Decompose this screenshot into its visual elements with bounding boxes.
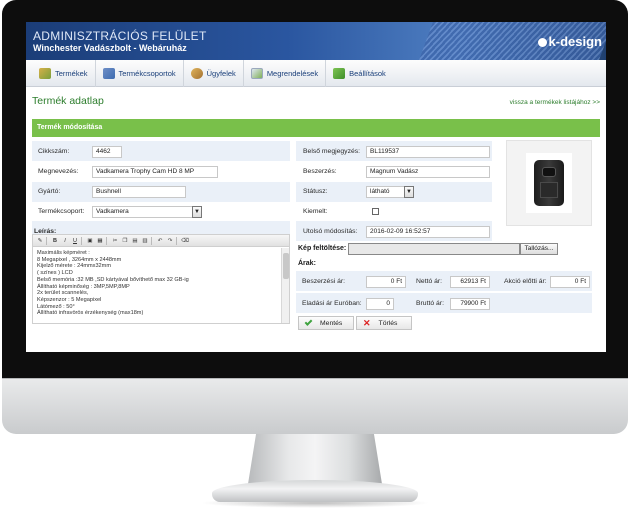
- eladasi-ar-input[interactable]: 0: [366, 298, 394, 310]
- menu-item-products[interactable]: Termékek: [32, 59, 96, 87]
- description-editor[interactable]: ✎ B I U ▣ ▦ ✂ ❐ ▤ ▥ ↶ ↷ ⌫ Maximális képm…: [32, 234, 290, 324]
- monitor-stand-foot: [212, 480, 418, 502]
- beszerzes-label: Beszerzés:: [303, 168, 337, 175]
- gyarto-label: Gyártó:: [38, 188, 61, 195]
- underline-button[interactable]: U: [71, 237, 79, 245]
- akcio-ar-label: Akció előtti ár:: [504, 278, 547, 285]
- paste-text-icon[interactable]: ▥: [141, 237, 149, 245]
- kiemelt-label: Kiemelt:: [303, 208, 328, 215]
- product-groups-icon: [102, 67, 115, 79]
- monitor-stand-neck: [248, 434, 382, 484]
- orders-icon: [250, 67, 263, 79]
- prices-label: Árak:: [298, 260, 316, 267]
- admin-title: ADMINISZTRÁCIÓS FELÜLET: [33, 29, 207, 43]
- termekcsoport-select[interactable]: Vadkamera ▼: [92, 206, 202, 218]
- akcio-ar-input[interactable]: 0 Ft: [550, 276, 590, 288]
- upload-label: Kép feltöltése:: [298, 245, 347, 252]
- save-button[interactable]: Mentés: [298, 316, 354, 330]
- belso-label: Belső megjegyzés:: [303, 148, 361, 155]
- gyarto-input[interactable]: Bushnell: [92, 186, 186, 198]
- menu-item-product-groups[interactable]: Termékcsoportok: [96, 59, 184, 87]
- megnevezes-label: Megnevezés:: [38, 168, 79, 175]
- bold-button[interactable]: B: [51, 237, 59, 245]
- undo-icon[interactable]: ↶: [156, 237, 164, 245]
- eraser-icon[interactable]: ✎: [36, 237, 44, 245]
- product-photo: [506, 140, 592, 226]
- toolbar-separator: [106, 236, 109, 245]
- cikkszam-label: Cikkszám:: [38, 148, 70, 155]
- browse-button[interactable]: Tallózás...: [520, 243, 558, 255]
- belso-input[interactable]: BL119537: [366, 146, 490, 158]
- camera-panel: [540, 182, 558, 198]
- shop-name: Winchester Vadászbolt - Webáruház: [33, 43, 187, 53]
- editor-scrollbar[interactable]: [281, 248, 289, 323]
- settings-icon: [333, 67, 346, 79]
- menu-item-customers[interactable]: Ügyfelek: [184, 59, 244, 87]
- paste-icon[interactable]: ▤: [131, 237, 139, 245]
- menu-item-label: Termékek: [55, 68, 88, 78]
- monitor-chin: [2, 378, 628, 434]
- table-icon[interactable]: ▦: [96, 237, 104, 245]
- toolbar-separator: [46, 236, 49, 245]
- netto-ar-input[interactable]: 62913 Ft: [450, 276, 490, 288]
- trail-camera-image: [534, 160, 564, 206]
- main-menu: Termékek Termékcsoportok Ügyfelek Megren…: [26, 59, 606, 87]
- beszerzes-input[interactable]: Magnum Vadász: [366, 166, 490, 178]
- netto-ar-label: Nettó ár:: [416, 278, 443, 285]
- eladasi-ar-label: Eladási ár Euróban:: [302, 300, 362, 307]
- camera-lens: [542, 167, 556, 177]
- menu-item-label: Ügyfelek: [206, 68, 236, 78]
- cut-icon[interactable]: ✂: [111, 237, 119, 245]
- admin-screen: ADMINISZTRÁCIÓS FELÜLET Winchester Vadás…: [26, 22, 606, 352]
- menu-item-orders[interactable]: Megrendelések: [244, 59, 327, 87]
- close-icon: ✕: [363, 318, 371, 328]
- statusz-select[interactable]: látható ▼: [366, 186, 414, 198]
- save-label: Mentés: [320, 319, 343, 327]
- beszerzesi-ar-input[interactable]: 0 Ft: [366, 276, 406, 288]
- statusz-value: látható: [370, 188, 390, 195]
- redo-icon[interactable]: ↷: [166, 237, 174, 245]
- customers-icon: [190, 67, 203, 79]
- beszerzesi-ar-label: Beszerzési ár:: [302, 278, 346, 285]
- brutto-ar-input[interactable]: 79900 Ft: [450, 298, 490, 310]
- image-icon[interactable]: ▣: [86, 237, 94, 245]
- menu-item-label: Termékcsoportok: [118, 68, 176, 78]
- kiemelt-checkbox[interactable]: [372, 208, 379, 215]
- products-icon: [39, 67, 51, 79]
- delete-button[interactable]: ✕ Törlés: [356, 316, 412, 330]
- termekcsoport-label: Termékcsoport:: [38, 208, 85, 215]
- editor-toolbar: ✎ B I U ▣ ▦ ✂ ❐ ▤ ▥ ↶ ↷ ⌫: [33, 235, 289, 247]
- description-text[interactable]: Maximális képméret : 8 Megapixel , 3264m…: [33, 247, 289, 322]
- copy-icon[interactable]: ❐: [121, 237, 129, 245]
- chevron-down-icon[interactable]: ▼: [192, 206, 202, 218]
- row-bg: [32, 141, 290, 161]
- chevron-down-icon[interactable]: ▼: [404, 186, 414, 198]
- panel-header: Termék módosítása: [32, 119, 600, 137]
- header-banner: ADMINISZTRÁCIÓS FELÜLET Winchester Vadás…: [26, 22, 606, 60]
- delete-label: Törlés: [378, 319, 398, 327]
- menu-item-label: Megrendelések: [266, 68, 319, 78]
- monitor-mockup: ADMINISZTRÁCIÓS FELÜLET Winchester Vadás…: [0, 0, 630, 511]
- brutto-ar-label: Bruttó ár:: [416, 300, 444, 307]
- back-to-list-link[interactable]: vissza a termékek listájához >>: [510, 99, 600, 106]
- page-title: Termék adatlap: [32, 95, 104, 107]
- check-icon: [304, 318, 313, 326]
- utolso-label: Utolsó módosítás:: [303, 228, 358, 235]
- menu-item-label: Beállítások: [349, 68, 386, 78]
- italic-button[interactable]: I: [61, 237, 69, 245]
- statusz-label: Státusz:: [303, 188, 328, 195]
- menu-item-settings[interactable]: Beállítások: [326, 60, 393, 87]
- utolso-value: 2016-02-09 16:52:57: [366, 226, 490, 238]
- cikkszam-input[interactable]: 4462: [92, 146, 122, 158]
- scrollbar-thumb[interactable]: [283, 253, 289, 279]
- megnevezes-input[interactable]: Vadkamera Trophy Cam HD 8 MP: [92, 166, 218, 178]
- toolbar-separator: [176, 236, 179, 245]
- kdesign-logo: k-design: [538, 34, 602, 49]
- photo-frame: [526, 153, 572, 213]
- toolbar-separator: [151, 236, 154, 245]
- toolbar-separator: [81, 236, 84, 245]
- termekcsoport-value: Vadkamera: [96, 208, 129, 215]
- file-path-input[interactable]: [348, 243, 520, 255]
- clear-format-icon[interactable]: ⌫: [181, 237, 189, 245]
